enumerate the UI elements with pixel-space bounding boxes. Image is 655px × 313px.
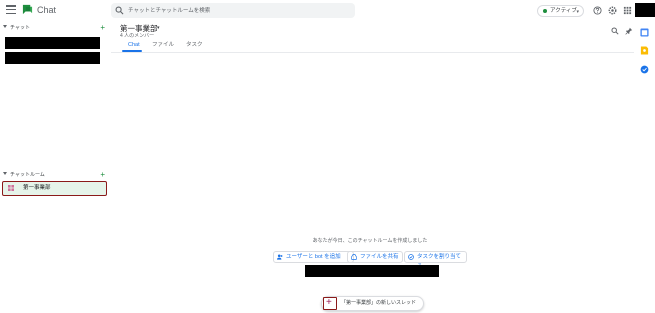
empty-state-message: あなたが今日、このチャットルームを作成しました xyxy=(312,238,428,244)
chat-section-label: チャット xyxy=(10,25,30,31)
room-title[interactable]: 第一事業部 xyxy=(120,24,158,33)
active-status-dot xyxy=(543,9,547,13)
status-dropdown[interactable]: アクティブ ▾ xyxy=(537,5,584,17)
tab-tasks[interactable]: タスク xyxy=(186,42,203,49)
side-panel-rail xyxy=(634,22,655,313)
room-label: 第一事業部 xyxy=(23,185,51,191)
pin-icon[interactable] xyxy=(625,27,633,35)
redacted-content xyxy=(305,265,439,277)
new-thread-button[interactable]: + 「第一事業部」の新しいスレッド xyxy=(321,296,424,311)
tab-files[interactable]: ファイル xyxy=(152,42,174,49)
chat-logo-icon[interactable] xyxy=(22,4,33,15)
member-count[interactable]: 4 人のメンバー xyxy=(120,33,154,39)
plus-icon[interactable]: + xyxy=(323,297,337,310)
add-people-bots-button[interactable]: ユーザーと bot を追加 xyxy=(273,251,354,263)
tasks-icon[interactable] xyxy=(640,65,649,74)
account-avatar[interactable] xyxy=(635,3,655,17)
collapse-icon xyxy=(3,25,7,28)
app-title: Chat xyxy=(37,5,57,15)
help-icon[interactable] xyxy=(593,6,602,15)
share-file-label: ファイルを共有 xyxy=(360,254,399,260)
share-file-button[interactable]: ファイルを共有 xyxy=(347,251,403,263)
add-people-bots-label: ユーザーと bot を追加 xyxy=(286,254,341,260)
status-label: アクティブ xyxy=(550,8,577,14)
sidebar-item-room[interactable]: 第一事業部 xyxy=(2,181,107,196)
add-person-icon xyxy=(277,254,283,260)
keep-icon[interactable] xyxy=(640,46,649,55)
apps-icon[interactable] xyxy=(623,6,632,15)
room-icon xyxy=(8,185,14,191)
menu-icon[interactable] xyxy=(6,5,16,15)
header-divider xyxy=(111,52,634,53)
rooms-section-header[interactable]: チャットルーム + xyxy=(3,170,105,179)
search-icon[interactable] xyxy=(115,6,124,15)
new-thread-label: 「第一事業部」の新しいスレッド xyxy=(341,300,417,306)
chevron-down-icon: ▾ xyxy=(576,9,579,15)
assign-task-button[interactable]: タスクを割り当てる xyxy=(404,251,467,270)
calendar-icon[interactable] xyxy=(640,28,649,37)
collapse-icon xyxy=(3,172,7,175)
drive-icon xyxy=(351,254,357,260)
add-chat-icon[interactable]: + xyxy=(100,23,105,32)
task-icon xyxy=(408,254,414,260)
top-bar: Chat アクティブ ▾ xyxy=(0,0,655,22)
redacted-chat-item[interactable] xyxy=(5,37,100,49)
chat-section-header[interactable]: チャット + xyxy=(3,23,105,32)
tab-chat[interactable]: Chat xyxy=(128,42,140,49)
room-menu-chevron-icon[interactable]: ▾ xyxy=(157,25,160,31)
rooms-section-label: チャットルーム xyxy=(10,172,45,178)
search-in-room-icon[interactable] xyxy=(611,27,619,35)
redacted-chat-item[interactable] xyxy=(5,52,100,64)
settings-icon[interactable] xyxy=(608,6,617,15)
search-input[interactable] xyxy=(128,4,348,17)
sidebar: チャット + チャットルーム + 第一事業部 xyxy=(0,22,108,313)
search-bar[interactable] xyxy=(111,3,355,18)
add-room-icon[interactable]: + xyxy=(100,170,105,179)
